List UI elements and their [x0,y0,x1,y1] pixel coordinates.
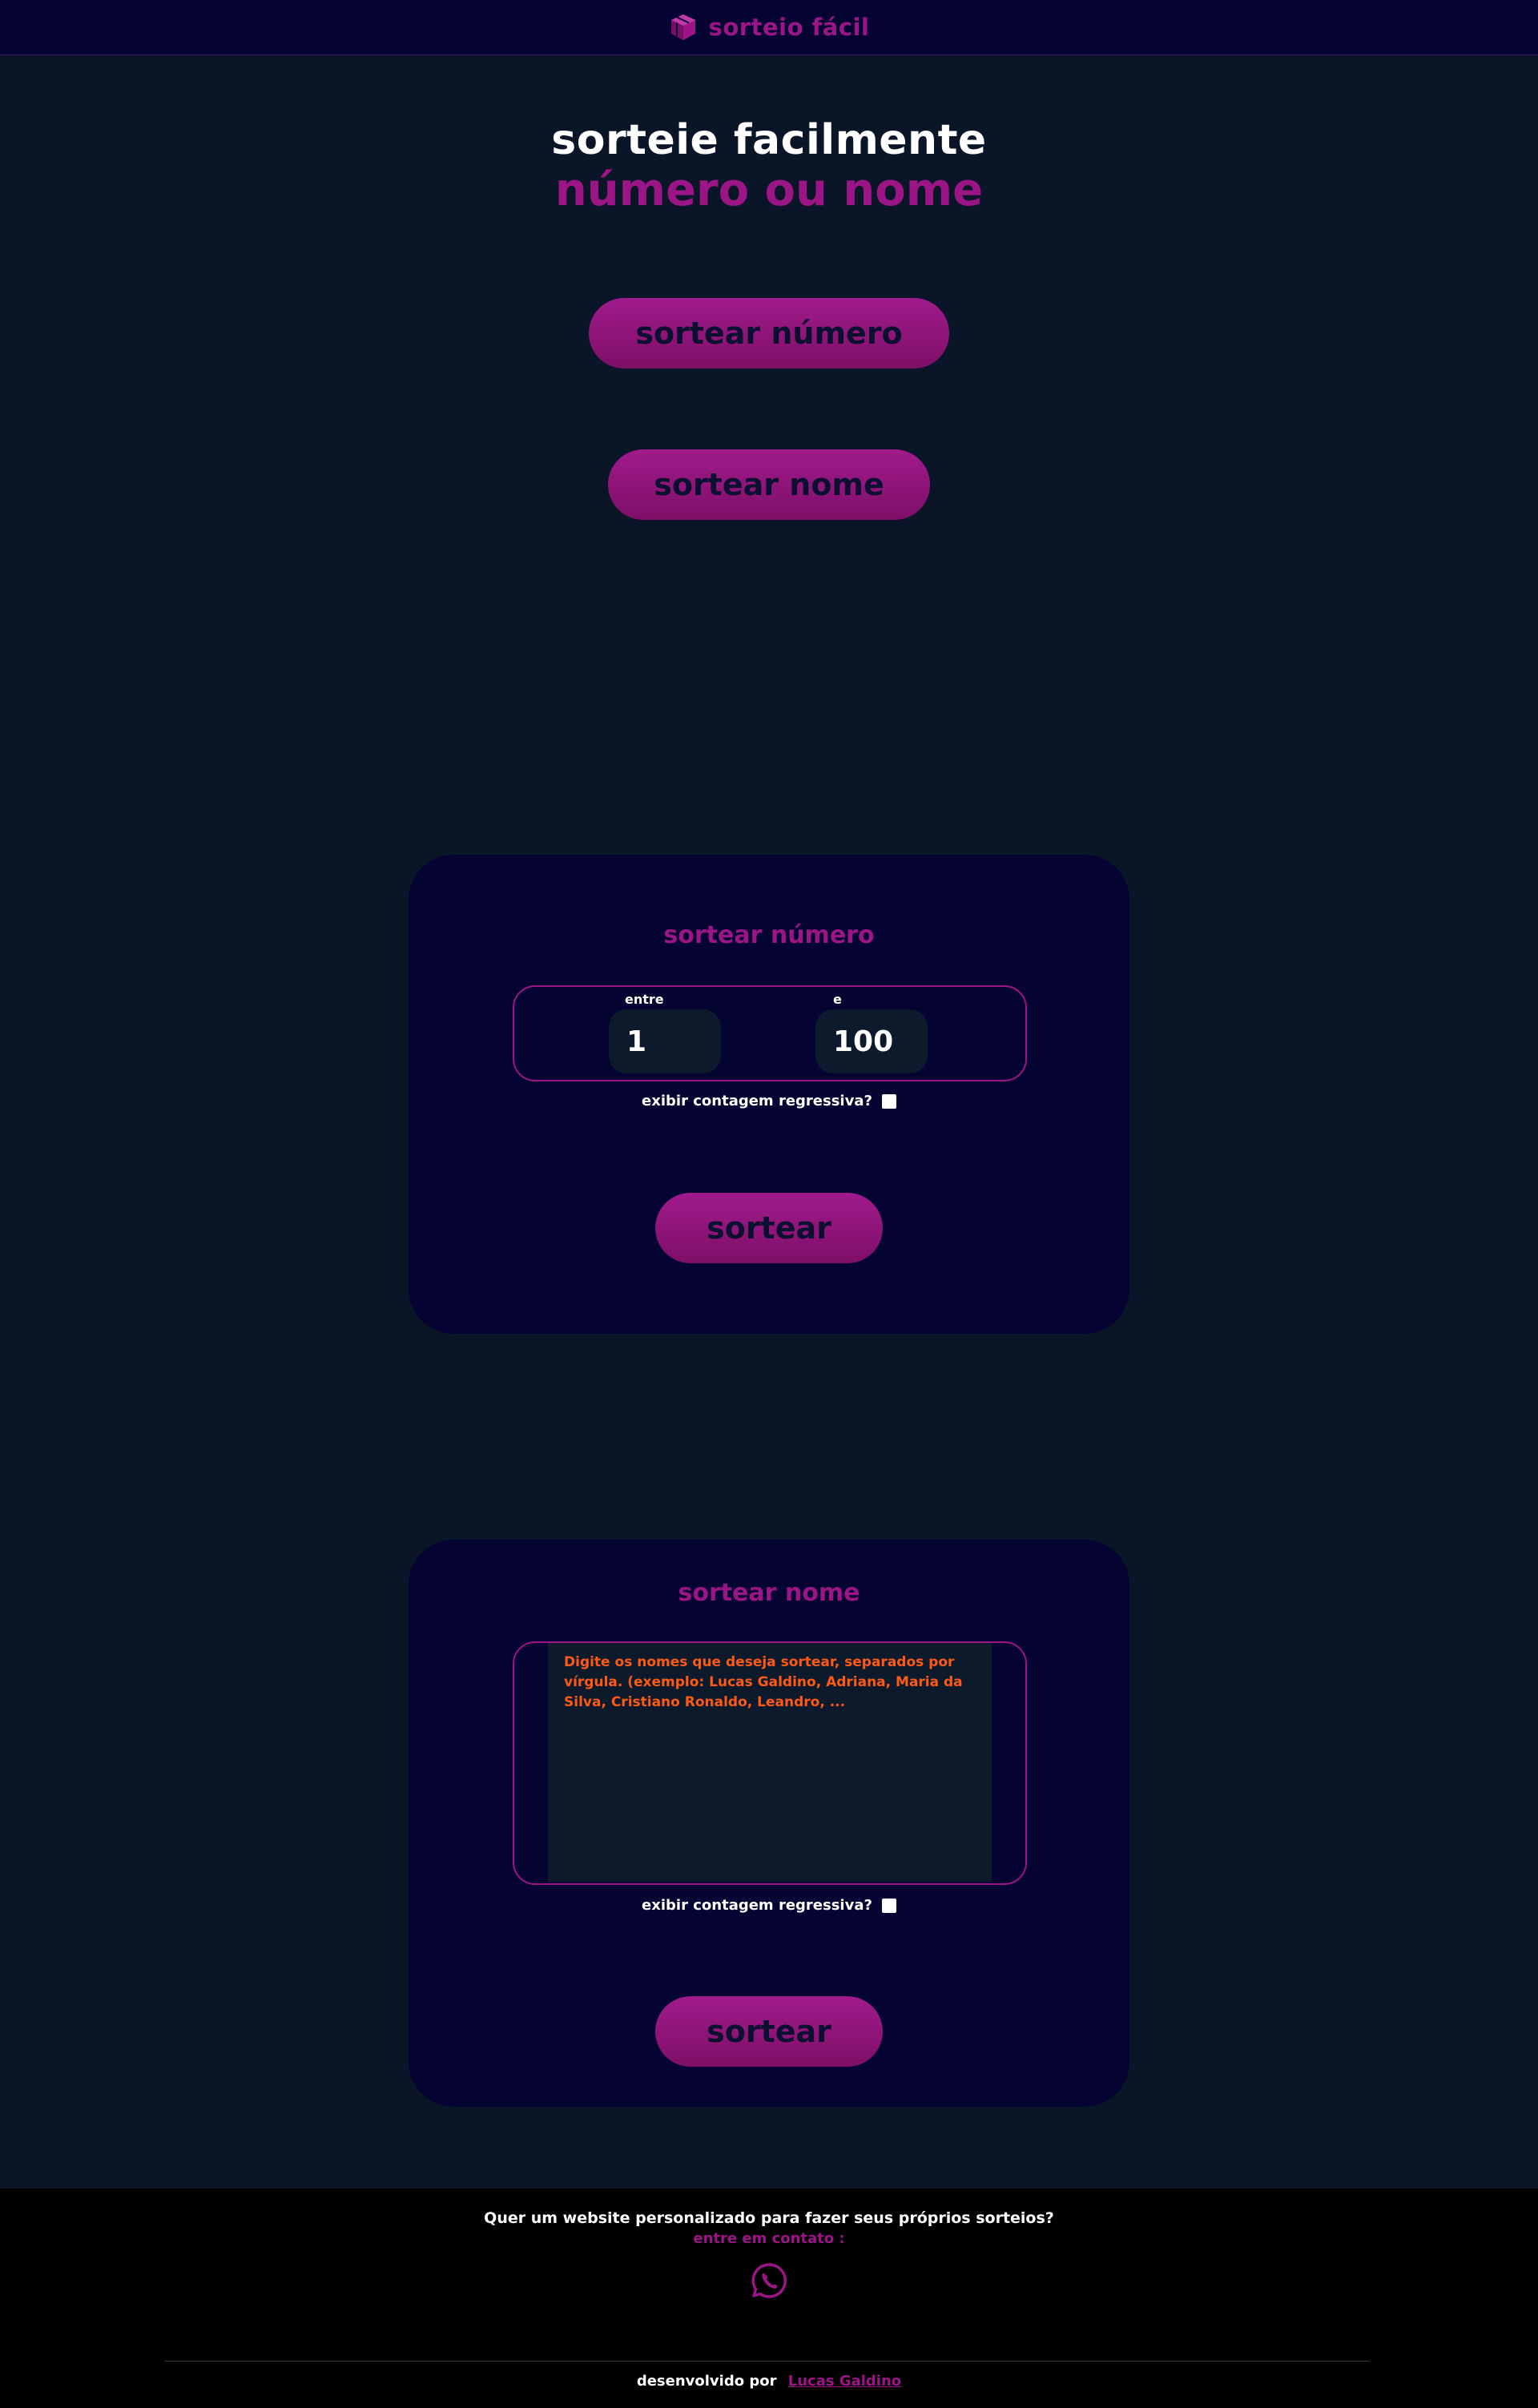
from-label: entre [625,992,664,1007]
to-number-input[interactable] [815,1009,928,1073]
names-textarea[interactable]: Digite os nomes que deseja sortear, sepa… [548,1643,992,1882]
footer: Quer um website personalizado para fazer… [0,2189,1538,2408]
name-draw-card: sortear nome Digite os nomes que deseja … [409,1540,1129,2107]
from-number-input[interactable] [609,1009,721,1073]
brand-title[interactable]: sorteio fácil [709,14,870,41]
sortear-nome-button[interactable]: sortear nome [608,449,930,520]
credit-prefix: desenvolvido por [636,2373,777,2390]
countdown-row: exibir contagem regressiva? [409,1093,1129,1109]
range-box: entre e [513,985,1027,1081]
hero-subtitle: número ou nome [554,164,984,216]
top-bar: sorteio fácil [0,0,1538,55]
countdown-checkbox[interactable] [881,1898,896,1913]
countdown-checkbox[interactable] [881,1093,896,1109]
countdown-label: exibir contagem regressiva? [642,1897,872,1914]
name-draw-button[interactable]: sortear [655,1996,883,2067]
names-box: Digite os nomes que deseja sortear, sepa… [513,1641,1027,1885]
cube-icon [670,14,695,40]
number-draw-button[interactable]: sortear [655,1193,883,1263]
number-draw-card: sortear número entre e exibir contagem r… [409,855,1129,1334]
author-link[interactable]: Lucas Galdino [788,2373,901,2390]
name-card-title: sortear nome [678,1579,860,1607]
hero-title: sorteie facilmente [551,116,987,164]
countdown-row: exibir contagem regressiva? [409,1897,1129,1914]
countdown-label: exibir contagem regressiva? [642,1093,872,1109]
footer-question: Quer um website personalizado para fazer… [484,2209,1054,2227]
footer-divider [165,2361,1370,2362]
footer-contact: entre em contato : [693,2230,845,2247]
to-label: e [833,992,842,1007]
footer-credit: desenvolvido por Lucas Galdino [0,2373,1538,2390]
number-card-title: sortear número [663,921,875,949]
whatsapp-icon[interactable] [751,2262,787,2299]
sortear-numero-button[interactable]: sortear número [589,298,949,368]
